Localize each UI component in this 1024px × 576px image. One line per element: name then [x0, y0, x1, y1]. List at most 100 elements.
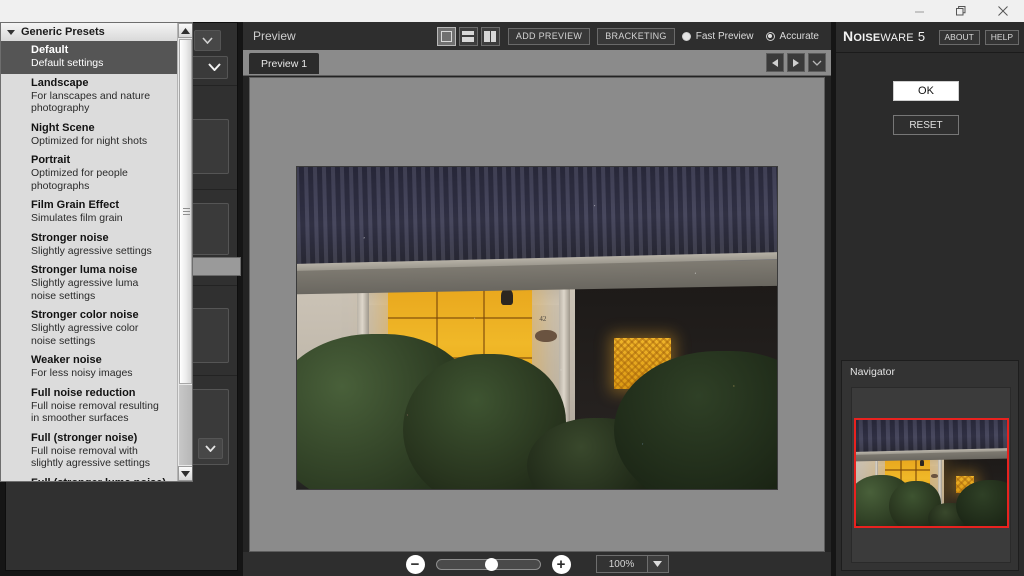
image-noise-overlay	[297, 167, 777, 489]
right-panel: NOISEWARE 5 ABOUT HELP OK RESET Navigator	[836, 22, 1024, 576]
preset-desc: For less noisy images	[31, 367, 133, 379]
scrollbar-grip-icon	[183, 207, 190, 216]
preset-item-weaker-noise[interactable]: Weaker noise For less noisy images	[1, 351, 179, 384]
preset-item-film-grain-effect[interactable]: Film Grain Effect Simulates film grain	[1, 196, 179, 229]
preset-item-full-stronger-luma-noise[interactable]: Full (stronger luma noise) Full noise re…	[1, 474, 179, 482]
navigator-crop-rect[interactable]	[854, 418, 1009, 528]
scrollbar-track[interactable]	[179, 385, 192, 465]
preset-desc: Optimized for people photographs	[31, 167, 128, 192]
preset-title: Landscape	[31, 76, 89, 89]
chevron-down-icon	[7, 29, 15, 35]
preset-item-stronger-luma-noise[interactable]: Stronger luma noise Slightly agressive l…	[1, 261, 179, 306]
brand-bar: NOISEWARE 5 ABOUT HELP	[836, 22, 1024, 53]
help-button[interactable]: HELP	[984, 29, 1019, 45]
preset-desc: Full noise removal with slightly agressi…	[31, 444, 151, 470]
preset-title: Film Grain Effect	[31, 199, 120, 211]
scroll-up-icon[interactable]	[178, 23, 192, 38]
preset-item-night-scene[interactable]: Night Scene Optimized for night shots	[1, 119, 179, 152]
zoom-in-button[interactable]: +	[551, 554, 571, 574]
restore-icon[interactable]	[940, 0, 982, 22]
chevron-down-icon[interactable]	[647, 555, 669, 573]
preset-item-full-stronger-noise[interactable]: Full (stronger noise) Full noise removal…	[1, 429, 179, 474]
preset-item-stronger-color-noise[interactable]: Stronger color noise Slightly agressive …	[1, 306, 179, 351]
brand-ware: WARE	[880, 32, 914, 44]
preset-desc: Optimized for night shots	[31, 134, 148, 147]
preset-item-landscape[interactable]: Landscape For lanscapes and nature photo…	[1, 74, 179, 119]
triangle-left-icon[interactable]	[766, 53, 784, 72]
window-titlebar	[0, 0, 1024, 22]
split-horizontal-view-icon[interactable]	[458, 26, 478, 46]
navigator-viewport[interactable]	[851, 387, 1011, 563]
fast-preview-radio[interactable]: Fast Preview	[681, 30, 754, 42]
radio-selected-icon	[681, 31, 691, 41]
chevron-down-icon[interactable]	[808, 53, 826, 72]
accurate-label: Accurate	[779, 30, 819, 42]
close-icon[interactable]	[982, 0, 1024, 22]
preset-item-default[interactable]: Default Default settings	[1, 41, 179, 74]
preset-title: Stronger color noise	[31, 309, 139, 321]
preset-desc: Slightly agressive color noise settings	[31, 322, 139, 347]
preset-title: Portrait	[31, 154, 71, 166]
brand-version: 5	[917, 29, 926, 44]
preset-title: Default	[31, 44, 69, 56]
zoom-level-combo[interactable]: 100%	[595, 555, 669, 573]
fast-preview-label: Fast Preview	[695, 30, 754, 42]
preset-desc: Simulates film grain	[31, 212, 123, 224]
accurate-radio[interactable]: Accurate	[765, 30, 819, 42]
zoom-toolbar: − + 100%	[243, 552, 831, 576]
preset-title: Stronger noise	[31, 231, 109, 244]
presets-dropdown-header[interactable]: Generic Presets	[1, 23, 192, 42]
preset-title: Full (stronger noise)	[31, 431, 138, 444]
preset-title: Night Scene	[31, 121, 95, 134]
value-group-3-dropdown[interactable]	[198, 438, 223, 459]
zoom-slider[interactable]	[435, 557, 541, 571]
preset-item-portrait[interactable]: Portrait Optimized for people photograph…	[1, 151, 179, 196]
brand-oise: OISE	[853, 32, 881, 44]
navigator-title: Navigator	[850, 366, 895, 378]
single-view-icon[interactable]	[436, 26, 456, 46]
presets-scrollbar[interactable]	[177, 23, 192, 481]
reset-button[interactable]: RESET	[893, 115, 959, 135]
preset-desc: Slightly agressive settings	[31, 244, 152, 257]
presets-list[interactable]: Default Default settings Landscape For l…	[1, 41, 179, 481]
scrollbar-thumb[interactable]	[179, 39, 192, 384]
tab-nav-group[interactable]	[766, 53, 826, 72]
preview-canvas[interactable]: 42	[249, 77, 825, 552]
preview-panel: Preview ADD PREVIEW BRACKETING Fast Prev…	[243, 22, 831, 576]
scroll-down-icon[interactable]	[178, 466, 192, 481]
ok-button[interactable]: OK	[893, 81, 959, 101]
preview-panel-title: Preview	[253, 29, 296, 43]
preset-desc: Default settings	[31, 57, 104, 69]
preset-title: Weaker noise	[31, 354, 102, 366]
brand-n: N	[843, 28, 854, 44]
bracketing-button[interactable]: BRACKETING	[597, 27, 675, 45]
zoom-level-value[interactable]: 100%	[595, 555, 648, 573]
app-frame: 0 0 100 % 100 % 0 0 0 0	[0, 22, 1024, 576]
triangle-right-icon[interactable]	[787, 53, 805, 72]
preset-title: Stronger luma noise	[31, 264, 138, 276]
radio-unselected-icon	[765, 31, 775, 41]
generic-presets-dropdown[interactable]: Generic Presets Default Default settings…	[0, 22, 193, 482]
view-mode-group[interactable]	[436, 26, 500, 46]
about-button[interactable]: ABOUT	[938, 29, 980, 45]
zoom-slider-knob[interactable]	[484, 557, 498, 571]
app-logo: NOISEWARE 5	[836, 28, 939, 46]
preset-title: Full (stronger luma noise)	[31, 477, 173, 482]
split-vertical-view-icon[interactable]	[480, 26, 500, 46]
noiseware-application-window: 0 0 100 % 100 % 0 0 0 0	[0, 0, 1024, 576]
navigator-thumbnail	[856, 420, 1007, 526]
preset-item-stronger-noise[interactable]: Stronger noise Slightly agressive settin…	[1, 229, 179, 262]
minimize-icon[interactable]	[898, 0, 940, 22]
zoom-out-button[interactable]: −	[405, 554, 425, 574]
add-preview-button[interactable]: ADD PREVIEW	[507, 27, 591, 45]
preview-header: Preview ADD PREVIEW BRACKETING Fast Prev…	[243, 22, 831, 51]
preview-tabbar: Preview 1	[243, 50, 831, 76]
preset-item-full-noise-reduction[interactable]: Full noise reduction Full noise removal …	[1, 384, 179, 429]
preview-image[interactable]: 42	[296, 166, 778, 490]
presets-dropdown-title: Generic Presets	[21, 26, 105, 38]
photo-scene: 42	[297, 167, 777, 489]
preset-desc: For lanscapes and nature photography	[31, 89, 151, 115]
preset-desc: Full noise removal resulting in smoother…	[31, 399, 159, 425]
tab-preview-1[interactable]: Preview 1	[249, 53, 320, 74]
preset-menu-button[interactable]	[194, 30, 221, 51]
